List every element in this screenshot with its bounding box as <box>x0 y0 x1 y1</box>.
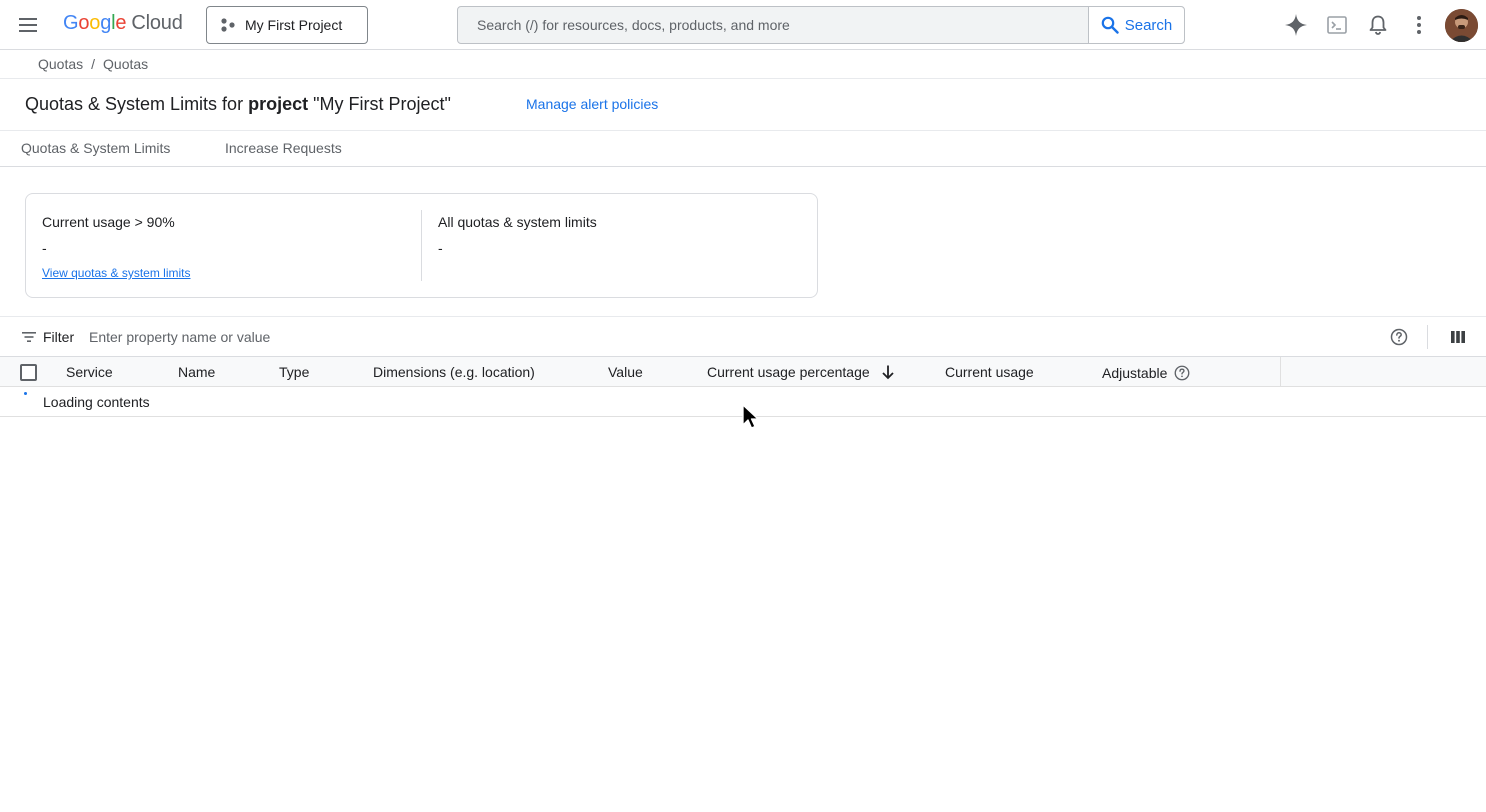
column-header-dimensions[interactable]: Dimensions (e.g. location) <box>373 364 535 380</box>
column-header-current-usage[interactable]: Current usage <box>945 364 1034 380</box>
project-name: My First Project <box>245 17 343 33</box>
google-cloud-logo[interactable]: Google Cloud <box>63 12 183 35</box>
help-icon <box>1390 328 1408 346</box>
usage-summary-card: Current usage > 90% - View quotas & syst… <box>25 193 818 298</box>
page-title-suffix: "My First Project" <box>308 94 451 114</box>
breadcrumb-item-quotas-root[interactable]: Quotas <box>38 56 83 72</box>
help-icon[interactable] <box>1173 364 1191 382</box>
column-header-value-label: Value <box>608 364 643 380</box>
column-header-type[interactable]: Type <box>279 364 309 380</box>
avatar-icon <box>1445 9 1478 42</box>
notifications-button[interactable] <box>1364 11 1392 39</box>
breadcrumb-separator: / <box>91 56 96 72</box>
tab-increase-requests[interactable]: Increase Requests <box>225 140 342 156</box>
header-end-divider <box>1280 357 1281 387</box>
search-icon <box>1101 16 1119 34</box>
more-vert-icon <box>1417 16 1421 34</box>
tab-bar: Quotas & System Limits Increase Requests <box>0 131 1486 167</box>
column-header-adjustable[interactable]: Adjustable <box>1102 364 1191 382</box>
filter-input[interactable] <box>89 327 689 347</box>
loading-text: Loading contents <box>43 394 150 410</box>
filter-button[interactable]: Filter <box>21 329 74 345</box>
tab-quotas-system-limits[interactable]: Quotas & System Limits <box>21 140 170 156</box>
all-quotas-summary: All quotas & system limits - <box>438 194 808 297</box>
filter-help-button[interactable] <box>1389 327 1409 347</box>
column-header-service-label: Service <box>66 364 113 380</box>
arrow-downward-icon <box>882 365 894 380</box>
high-usage-value: - <box>42 240 47 256</box>
project-picker-button[interactable]: My First Project <box>206 6 368 44</box>
column-header-value[interactable]: Value <box>608 364 643 380</box>
account-avatar[interactable] <box>1445 9 1478 42</box>
search-bar: Search <box>457 6 1185 44</box>
loading-indicator <box>24 392 27 395</box>
search-button[interactable]: Search <box>1088 7 1184 43</box>
high-usage-title: Current usage > 90% <box>42 214 175 230</box>
column-header-name[interactable]: Name <box>178 364 215 380</box>
column-header-name-label: Name <box>178 364 216 380</box>
search-input[interactable] <box>458 7 1088 43</box>
card-divider <box>421 210 422 281</box>
filter-divider <box>1427 325 1428 349</box>
menu-icon <box>19 18 37 32</box>
breadcrumb-item-quotas[interactable]: Quotas <box>103 56 148 72</box>
column-header-dimensions-label: Dimensions (e.g. location) <box>373 364 535 380</box>
column-header-current-usage-percentage-label: Current usage percentage <box>707 364 870 380</box>
all-quotas-value: - <box>438 240 443 256</box>
gemini-button[interactable] <box>1282 11 1310 39</box>
main-menu-button[interactable] <box>14 11 42 39</box>
breadcrumb: Quotas / Quotas <box>38 55 148 73</box>
column-display-button[interactable] <box>1448 327 1468 347</box>
all-quotas-title: All quotas & system limits <box>438 214 597 230</box>
page-title: Quotas & System Limits for project "My F… <box>25 94 451 115</box>
filter-bar: Filter <box>0 316 1486 357</box>
page-title-bold: project <box>248 94 309 114</box>
table-loading-row: Loading contents <box>0 387 1486 417</box>
high-usage-summary: Current usage > 90% - View quotas & syst… <box>42 194 412 297</box>
project-icon <box>221 18 235 32</box>
page-title-prefix: Quotas & System Limits for <box>25 94 249 114</box>
view-quotas-link[interactable]: View quotas & system limits <box>42 266 191 280</box>
cloud-shell-button[interactable] <box>1323 11 1351 39</box>
search-button-label: Search <box>1124 16 1173 34</box>
more-options-button[interactable] <box>1405 11 1433 39</box>
cloud-shell-icon <box>1327 16 1347 34</box>
breadcrumb-divider <box>0 78 1486 79</box>
column-header-adjustable-label: Adjustable <box>1102 365 1168 381</box>
top-app-bar: Google Cloud My First Project Search <box>0 0 1486 50</box>
column-header-current-usage-label: Current usage <box>945 364 1034 380</box>
filter-label: Filter <box>43 329 75 345</box>
notifications-icon <box>1369 15 1387 35</box>
filter-list-icon <box>22 332 36 342</box>
gemini-icon <box>1285 14 1307 36</box>
quotas-table-header: Service Name Type Dimensions (e.g. locat… <box>0 357 1486 387</box>
manage-alert-policies-link[interactable]: Manage alert policies <box>526 96 658 112</box>
view-column-icon <box>1451 331 1465 343</box>
column-header-service[interactable]: Service <box>66 364 113 380</box>
select-all-checkbox[interactable] <box>20 364 37 381</box>
column-header-type-label: Type <box>279 364 310 380</box>
column-header-current-usage-percentage[interactable]: Current usage percentage <box>707 364 896 380</box>
